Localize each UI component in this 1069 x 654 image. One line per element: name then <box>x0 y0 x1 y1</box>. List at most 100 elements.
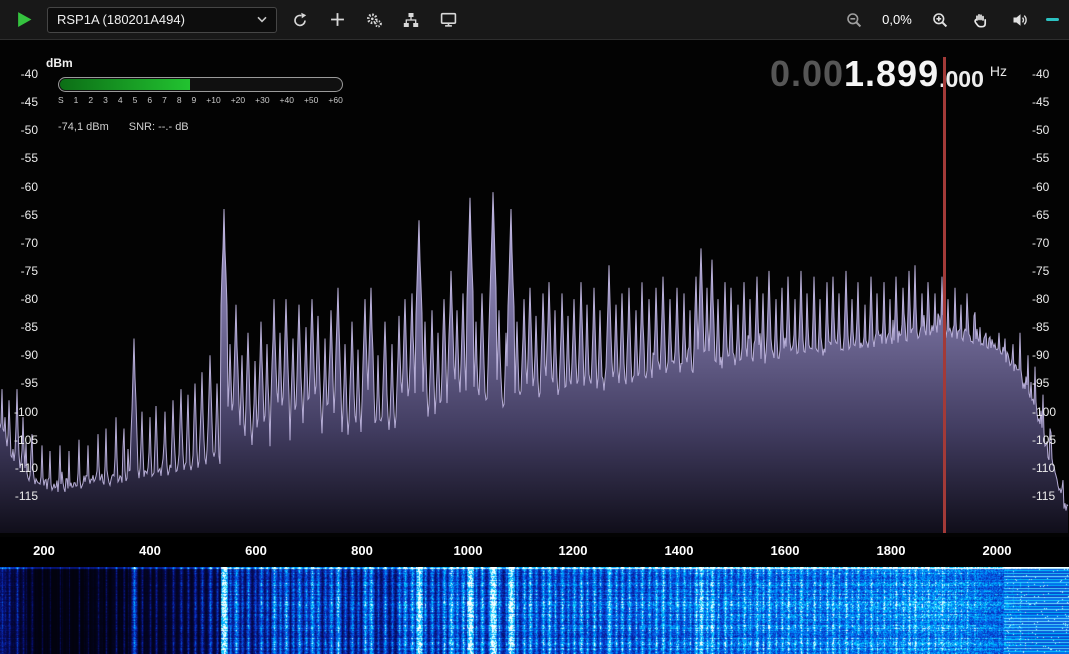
db-scale-label: -75 <box>21 264 38 278</box>
sitemap-icon <box>403 12 419 28</box>
chevron-down-icon <box>257 16 267 23</box>
freq-tick-label: 1200 <box>543 543 603 558</box>
refresh-icon <box>292 12 308 28</box>
db-scale-label: -80 <box>1032 292 1049 306</box>
smeter-scale-label: 4 <box>118 95 123 105</box>
power-readout: -74,1 dBm <box>58 121 109 133</box>
refresh-button[interactable] <box>286 6 314 34</box>
db-scale-label: -100 <box>14 405 38 419</box>
spectrum-panel: -40-45-50-55-60-65-70-75-80-85-90-95-100… <box>0 40 1069 537</box>
smeter-scale-label: +50 <box>304 95 318 105</box>
smeter-scale-label: 2 <box>88 95 93 105</box>
db-scale-label: -110 <box>1032 461 1055 475</box>
freq-tick-label: 1800 <box>861 543 921 558</box>
db-scale-label: -55 <box>1032 151 1049 165</box>
smeter-fill <box>60 79 190 90</box>
db-scale-label: -95 <box>21 376 38 390</box>
smeter-scale-label: 7 <box>162 95 167 105</box>
waterfall-display[interactable] <box>0 567 1069 654</box>
speaker-icon <box>1012 12 1028 28</box>
freq-tick-label: 1400 <box>649 543 709 558</box>
volume-button[interactable] <box>1006 6 1034 34</box>
snr-readout: SNR: --.- dB <box>129 121 189 133</box>
source-selector-dropdown[interactable]: RSP1A (180201A494) <box>47 7 277 33</box>
smeter-scale-label: 1 <box>74 95 79 105</box>
source-selector-value: RSP1A (180201A494) <box>57 12 185 27</box>
zoom-level: 0,0% <box>880 12 914 27</box>
signal-meter: S123456789+10+20+30+40+50+60 <box>58 77 343 105</box>
add-module-button[interactable] <box>323 6 351 34</box>
db-scale-label: -65 <box>21 208 38 222</box>
db-scale-label: -90 <box>21 348 38 362</box>
zoom-out-button[interactable] <box>840 6 868 34</box>
db-scale-label: -90 <box>1032 348 1049 362</box>
db-scale-label: -80 <box>21 292 38 306</box>
db-scale-label: -105 <box>1032 433 1056 447</box>
freq-tick-label: 800 <box>332 543 392 558</box>
smeter-scale-label: +60 <box>328 95 342 105</box>
db-scale-right: -40-45-50-55-60-65-70-75-80-85-90-95-100… <box>1029 40 1069 537</box>
signal-readout: -74,1 dBm SNR: --.- dB <box>58 121 189 133</box>
db-scale-label: -40 <box>1032 67 1049 81</box>
spectrum-plot[interactable] <box>0 40 1069 537</box>
play-button[interactable] <box>10 6 38 34</box>
frequency-leading-zeros: 0.00 <box>770 53 844 95</box>
frequency-axis: 200 400 600 800 1000 1200 1400 1600 1800 2000 <box>0 537 1069 567</box>
zoom-in-icon <box>932 12 948 28</box>
freq-tick-label: 400 <box>120 543 180 558</box>
module-settings-button[interactable] <box>360 6 388 34</box>
smeter-scale-label: 8 <box>177 95 182 105</box>
freq-tick-label: 1000 <box>438 543 498 558</box>
spectrum-area <box>0 192 1068 533</box>
frequency-unit-label: Hz <box>990 63 1007 79</box>
db-scale-left: -40-45-50-55-60-65-70-75-80-85-90-95-100… <box>0 40 40 537</box>
db-scale-label: -40 <box>21 67 38 81</box>
smeter-scale-label: +40 <box>280 95 294 105</box>
toolbar: RSP1A (180201A494) <box>0 0 1069 40</box>
volume-slider[interactable] <box>1046 18 1059 21</box>
db-scale-label: -95 <box>1032 376 1049 390</box>
smeter-scale-label: +20 <box>231 95 245 105</box>
db-unit-label: dBm <box>46 56 73 70</box>
smeter-scale-label: 9 <box>192 95 197 105</box>
play-icon <box>16 11 33 28</box>
frequency-main-digits: 1.899 <box>844 53 939 95</box>
zoom-in-button[interactable] <box>926 6 954 34</box>
plus-icon <box>330 12 345 27</box>
hand-icon <box>972 12 988 28</box>
db-scale-label: -75 <box>1032 264 1049 278</box>
monitor-icon <box>440 11 457 28</box>
db-scale-label: -115 <box>15 489 38 503</box>
network-button[interactable] <box>397 6 425 34</box>
frequency-cursor[interactable] <box>943 57 946 533</box>
db-scale-label: -110 <box>15 461 38 475</box>
pan-button[interactable] <box>966 6 994 34</box>
db-scale-label: -100 <box>1032 405 1056 419</box>
db-scale-label: -45 <box>21 95 38 109</box>
db-scale-label: -85 <box>1032 320 1049 334</box>
freq-tick-label: 600 <box>226 543 286 558</box>
toolbar-right-group: 0,0% <box>840 6 1059 34</box>
freq-tick-label: 1600 <box>755 543 815 558</box>
smeter-scale: S123456789+10+20+30+40+50+60 <box>58 95 343 105</box>
smeter-scale-label: S <box>58 95 64 105</box>
db-scale-label: -70 <box>21 236 38 250</box>
gears-icon <box>366 12 382 28</box>
sdr-app: RSP1A (180201A494) <box>0 0 1069 654</box>
zoom-out-icon <box>846 12 862 28</box>
smeter-scale-label: +10 <box>206 95 220 105</box>
freq-tick-label: 2000 <box>967 543 1027 558</box>
db-scale-label: -50 <box>1032 123 1049 137</box>
db-scale-label: -45 <box>1032 95 1049 109</box>
smeter-scale-label: 5 <box>133 95 138 105</box>
db-scale-label: -70 <box>1032 236 1049 250</box>
db-scale-label: -65 <box>1032 208 1049 222</box>
freq-tick-label: 200 <box>14 543 74 558</box>
db-scale-label: -85 <box>21 320 38 334</box>
smeter-scale-label: 6 <box>147 95 152 105</box>
db-scale-label: -115 <box>1032 489 1055 503</box>
frequency-display[interactable]: 0.00 1.899 .000 Hz <box>770 53 1007 95</box>
display-settings-button[interactable] <box>434 6 462 34</box>
smeter-scale-label: +30 <box>255 95 269 105</box>
db-scale-label: -55 <box>21 151 38 165</box>
